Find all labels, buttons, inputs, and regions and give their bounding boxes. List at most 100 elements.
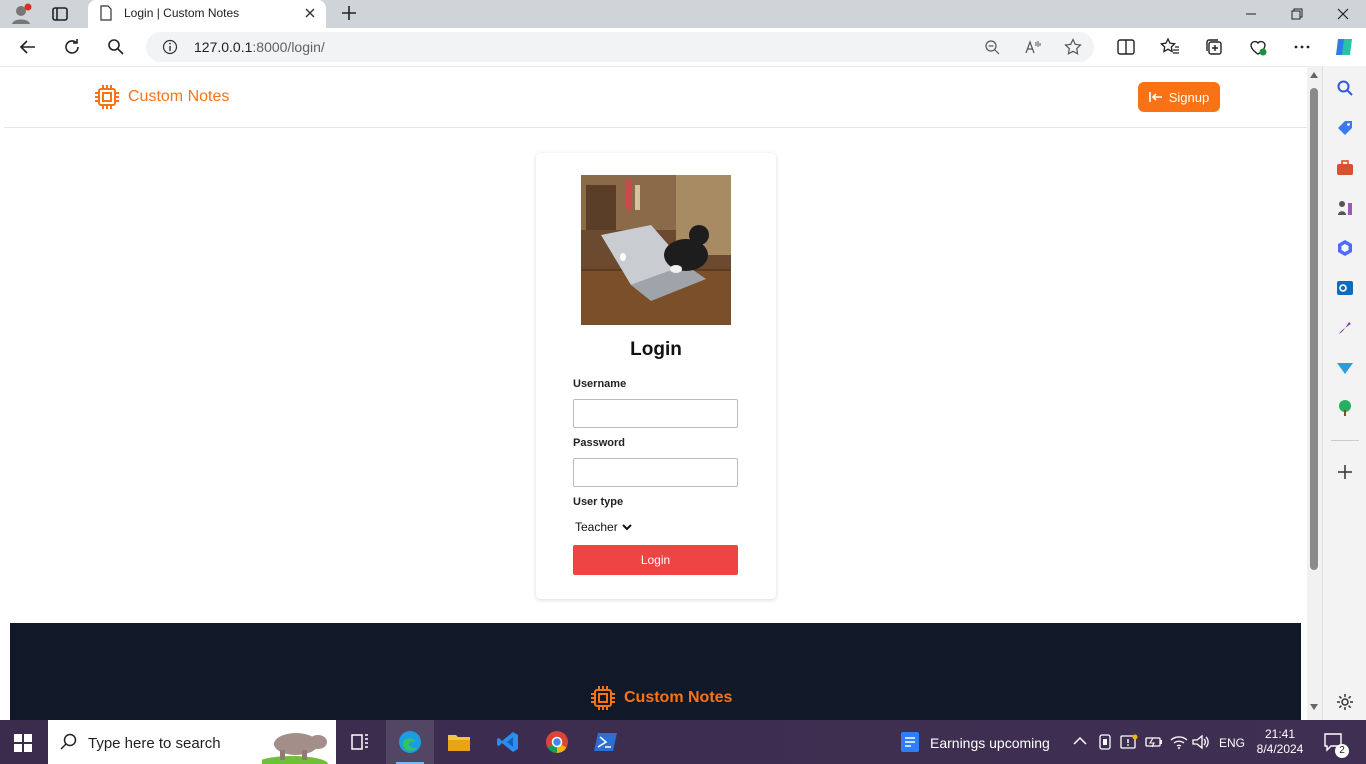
- refresh-icon[interactable]: [62, 37, 82, 57]
- task-view-icon: [351, 734, 368, 750]
- tab-strip: Login | Custom Notes: [0, 0, 1366, 28]
- taskbar-app-edge[interactable]: [386, 720, 434, 764]
- vscode-icon: [497, 732, 518, 752]
- sidebar-divider: [1331, 440, 1359, 441]
- split-screen-icon[interactable]: [1116, 37, 1136, 57]
- tab-title: Login | Custom Notes: [124, 6, 240, 20]
- login-heading: Login: [630, 339, 682, 360]
- usertype-label: User type: [573, 496, 624, 508]
- scroll-down-arrow-icon[interactable]: [1310, 704, 1318, 710]
- login-button[interactable]: Login: [573, 545, 738, 575]
- url-path: :8000/login/: [252, 39, 325, 55]
- brand-name: Custom Notes: [128, 88, 230, 105]
- close-icon: [1337, 8, 1349, 20]
- windows-taskbar: Type here to search Earnings upcoming EN…: [0, 720, 1366, 764]
- scroll-up-arrow-icon[interactable]: [1310, 72, 1318, 78]
- tools-briefcase-icon[interactable]: [1336, 159, 1354, 177]
- browser-tab[interactable]: Login | Custom Notes: [88, 0, 326, 28]
- designer-icon[interactable]: [1336, 319, 1354, 337]
- device-icon[interactable]: [1098, 734, 1112, 750]
- folder-icon: [448, 735, 470, 751]
- browser-essentials-icon[interactable]: [1248, 37, 1268, 57]
- chip-logo-icon: [591, 686, 615, 710]
- edge-sidebar: [1322, 66, 1366, 720]
- zoom-out-icon[interactable]: [984, 39, 1000, 55]
- footer-brand[interactable]: Custom Notes: [590, 685, 732, 711]
- clock-time: 21:41: [1264, 727, 1296, 741]
- favorite-star-icon[interactable]: [1064, 38, 1082, 56]
- minimize-icon: [1246, 13, 1256, 15]
- taskbar-app-explorer[interactable]: [435, 720, 483, 764]
- collections-icon[interactable]: [1204, 37, 1224, 57]
- taskbar-app-vscode[interactable]: [484, 720, 532, 764]
- edge-icon: [399, 731, 421, 753]
- news-headline[interactable]: Earnings upcoming: [930, 735, 1050, 751]
- clock-date: 8/4/2024: [1256, 742, 1304, 756]
- new-tab-icon[interactable]: [338, 2, 360, 24]
- password-label: Password: [573, 437, 625, 449]
- usertype-select[interactable]: Teacher: [575, 520, 632, 534]
- navbar-brand[interactable]: Custom Notes: [94, 84, 229, 110]
- outlook-icon[interactable]: [1336, 279, 1354, 297]
- copilot-icon[interactable]: [1332, 35, 1356, 59]
- signup-button[interactable]: Signup: [1138, 82, 1220, 112]
- news-icon[interactable]: [900, 731, 920, 753]
- taskbar-app-chrome[interactable]: [533, 720, 581, 764]
- browser-toolbar: 127.0.0.1:8000/login/: [0, 28, 1366, 66]
- alert-icon[interactable]: [1120, 734, 1138, 750]
- address-bar[interactable]: 127.0.0.1:8000/login/: [146, 32, 1094, 62]
- site-navbar: Custom Notes Signup: [4, 67, 1307, 128]
- shopping-tag-icon[interactable]: [1336, 119, 1354, 137]
- more-menu-icon[interactable]: [1292, 37, 1312, 57]
- cat-laptop-photo: [581, 175, 731, 325]
- chip-logo-icon: [95, 85, 119, 109]
- hippo-illustration-icon: [262, 733, 328, 764]
- powershell-icon: [594, 733, 617, 751]
- favorites-icon[interactable]: [1160, 37, 1180, 57]
- read-aloud-icon[interactable]: [1024, 39, 1042, 55]
- clock[interactable]: 21:41 8/4/2024: [1252, 727, 1308, 757]
- footer-brand-name: Custom Notes: [624, 689, 733, 706]
- signup-label: Signup: [1168, 89, 1210, 105]
- sidebar-search-icon[interactable]: [1336, 79, 1354, 97]
- settings-gear-icon[interactable]: [1336, 693, 1354, 711]
- scrollbar-thumb[interactable]: [1310, 88, 1318, 570]
- profile-icon[interactable]: [10, 3, 32, 25]
- url-text: 127.0.0.1:8000/login/: [194, 39, 325, 55]
- volume-icon[interactable]: [1192, 734, 1210, 750]
- taskbar-app-powershell[interactable]: [582, 720, 630, 764]
- restore-button[interactable]: [1274, 0, 1320, 28]
- site-footer: Custom Notes: [10, 623, 1301, 720]
- chevron-up-icon[interactable]: [1073, 736, 1087, 746]
- microsoft365-icon[interactable]: [1336, 239, 1354, 257]
- site-info-icon[interactable]: [162, 39, 178, 55]
- page-icon: [100, 5, 112, 21]
- back-icon[interactable]: [18, 37, 38, 57]
- restore-icon: [1291, 8, 1303, 20]
- battery-icon[interactable]: [1145, 735, 1163, 749]
- login-card: Login Username Password User type Teache…: [536, 153, 776, 599]
- chevron-down-icon: [621, 524, 632, 531]
- username-field[interactable]: [573, 399, 738, 428]
- taskbar-search-box[interactable]: Type here to search: [48, 720, 336, 764]
- usertype-value: Teacher: [575, 520, 618, 534]
- password-field[interactable]: [573, 458, 738, 487]
- language-indicator[interactable]: ENG: [1219, 736, 1245, 750]
- search-icon[interactable]: [106, 37, 126, 57]
- games-chess-icon[interactable]: [1336, 199, 1354, 217]
- task-view-button[interactable]: [336, 720, 384, 764]
- send-icon[interactable]: [1336, 359, 1354, 377]
- minimize-button[interactable]: [1228, 0, 1274, 28]
- page-scrollbar[interactable]: [1307, 66, 1322, 720]
- close-window-button[interactable]: [1320, 0, 1366, 28]
- close-tab-icon[interactable]: [302, 5, 318, 21]
- search-icon: [60, 733, 77, 750]
- tab-actions-icon[interactable]: [50, 4, 70, 24]
- wifi-icon[interactable]: [1170, 734, 1188, 750]
- chrome-icon: [546, 731, 568, 753]
- signin-arrow-icon: [1148, 92, 1162, 102]
- tree-icon[interactable]: [1336, 399, 1354, 417]
- add-icon[interactable]: [1336, 463, 1354, 481]
- windows-start-icon[interactable]: [14, 734, 32, 752]
- notification-count-badge: 2: [1335, 744, 1349, 758]
